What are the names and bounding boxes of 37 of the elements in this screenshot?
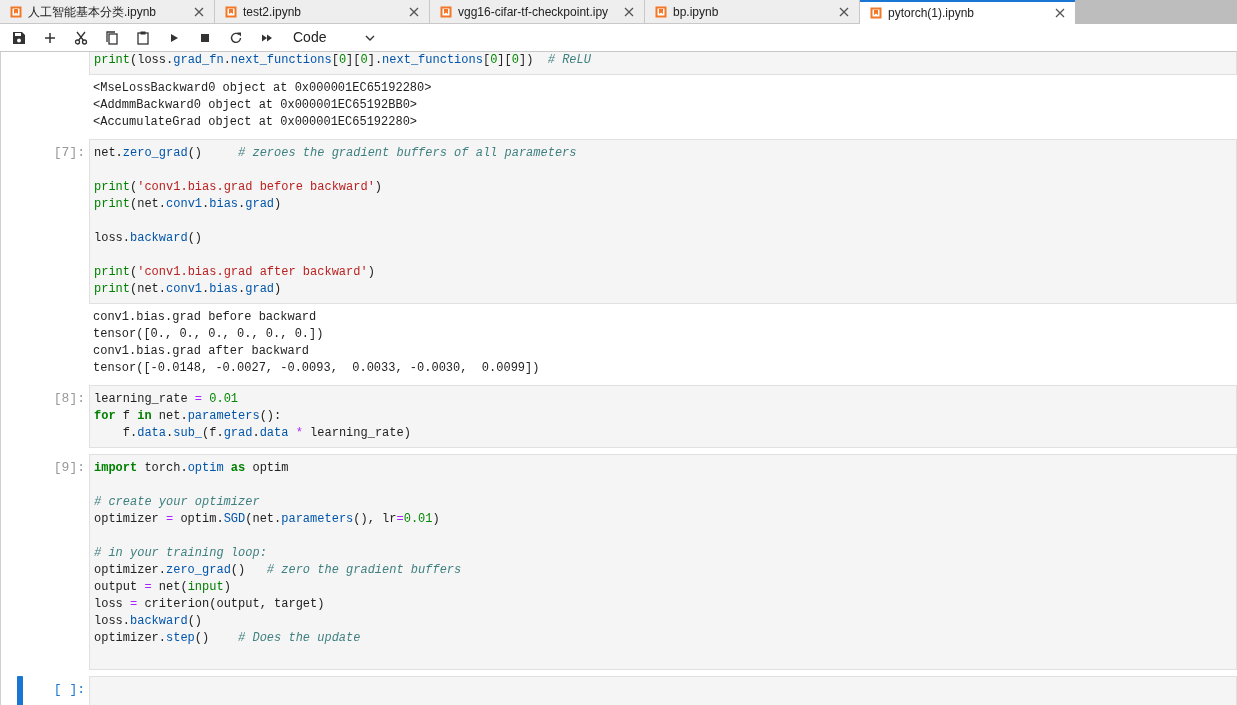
cell-prompt: [ ]: (53, 681, 85, 699)
caret-icon (365, 34, 375, 41)
tab-label: bp.ipynb (673, 3, 720, 21)
notebook-icon (870, 7, 882, 19)
code-cell-input[interactable]: print(loss.grad_fn.next_functions[0][0].next_functions[0][0]) # ReLU (89, 52, 1237, 75)
notebook-tab[interactable]: bp.ipynb (645, 0, 860, 24)
tab-label: pytorch(1).ipynb (888, 5, 976, 22)
close-icon[interactable] (409, 6, 419, 17)
cell-prompt: [7]: (53, 144, 85, 162)
tab-label: 人工智能基本分类.ipynb (28, 3, 158, 21)
cell-prompt: [8]: (53, 390, 85, 408)
notebook-icon (10, 5, 22, 18)
notebook-tab[interactable]: 人工智能基本分类.ipynb (0, 0, 215, 24)
code-cell-input[interactable] (89, 676, 1237, 705)
save-icon (11, 29, 27, 46)
code-cell-input[interactable]: learning_rate = 0.01 for f in net.parameters(): f.data.sub_(f.grad.data * learning_rate) (89, 385, 1237, 448)
close-icon[interactable] (194, 6, 204, 17)
tab-label: vgg16-cifar-tf-checkpoint.ipy (458, 3, 610, 21)
notebook-tab[interactable]: test2.ipynb (215, 0, 430, 24)
cell-type-dropdown[interactable]: Code (291, 26, 377, 49)
copy-icon (104, 29, 120, 46)
cell-output: <MseLossBackward0 object at 0x000001EC65192280> <AddmmBackward0 object at 0x000001EC65192BB0> <AccumulateGrad object at 0x000001EC65192280> (92, 80, 433, 131)
scissors-icon (73, 29, 89, 46)
code-cell-input[interactable]: import torch.optim as optim # create your optimizer optimizer = optim.SGD(net.parameters(), lr=0.01) # in your training loop: optimizer.zero_grad() # zero the gradient buffers output = net(input) loss = criterion(output, target) loss.backward() optimizer.step() # Does the update (89, 454, 1237, 670)
notebook-icon (655, 5, 667, 18)
notebook-icon (440, 5, 452, 18)
close-icon[interactable] (624, 6, 634, 17)
cell-prompt: [9]: (53, 459, 85, 477)
clipboard-icon (135, 29, 151, 46)
close-icon[interactable] (839, 6, 849, 17)
notebook-icon (225, 5, 237, 18)
tab-label: test2.ipynb (243, 3, 303, 21)
code-cell-input[interactable]: net.zero_grad() # zeroes the gradient buffers of all parameters print('conv1.bias.grad before backward') print(net.conv1.bias.grad) loss.backward() print('conv1.bias.grad after backward') print(net.conv1.bias.grad) (89, 139, 1237, 304)
cell-output: conv1.bias.grad before backward tensor([0., 0., 0., 0., 0., 0.]) conv1.bias.grad after backward tensor([-0.0148, -0.0027, -0.0093, 0.0033, -0.0030, 0.0099]) (92, 309, 541, 377)
notebook-tab[interactable]: vgg16-cifar-tf-checkpoint.ipy (430, 0, 645, 24)
close-icon[interactable] (1055, 8, 1065, 18)
notebook-tab[interactable]: pytorch(1).ipynb (860, 0, 1075, 24)
